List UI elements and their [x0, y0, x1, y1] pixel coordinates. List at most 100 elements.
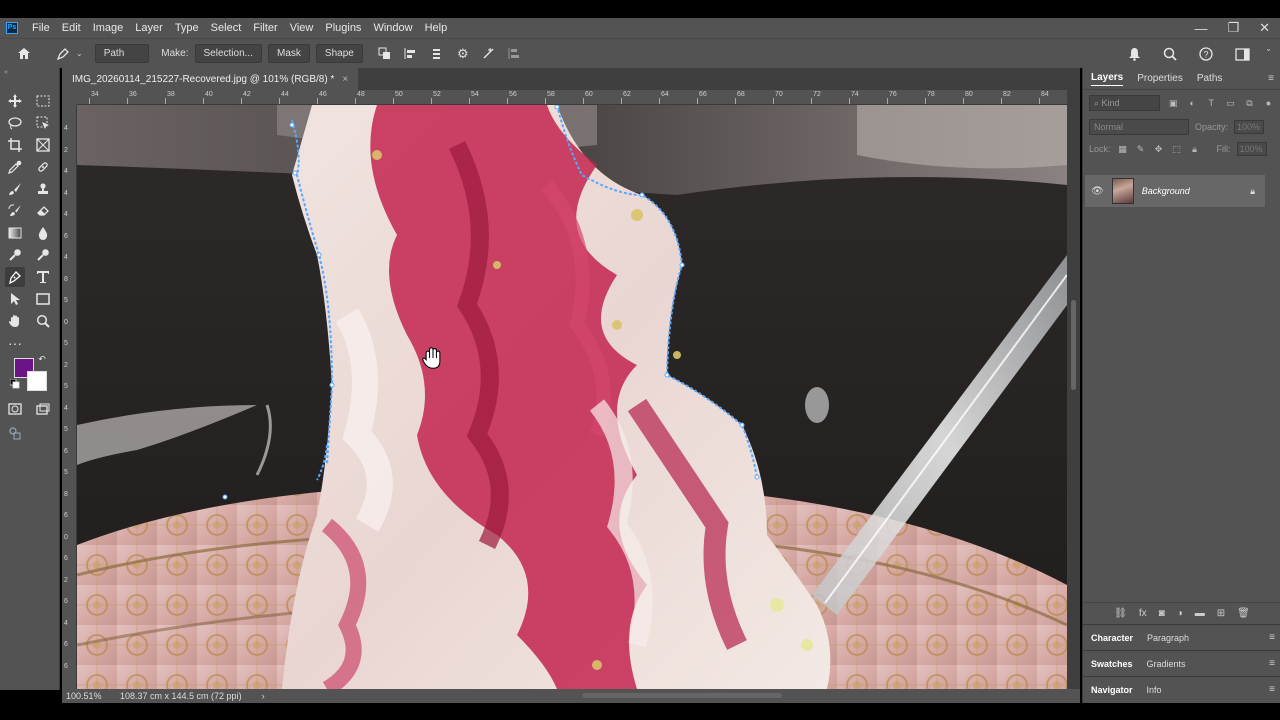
menu-help[interactable]: Help: [419, 18, 454, 38]
layer-lock-icon[interactable]: 🔒︎: [1250, 186, 1255, 197]
close-tab-icon[interactable]: ×: [342, 74, 348, 85]
tab-navigator[interactable]: Navigator: [1091, 685, 1133, 695]
add-mask-icon[interactable]: ◙: [1159, 608, 1165, 619]
lasso-icon[interactable]: [5, 113, 25, 133]
frame-icon[interactable]: [33, 135, 53, 155]
pen-tool-preset-icon[interactable]: [53, 44, 73, 64]
menu-edit[interactable]: Edit: [56, 18, 87, 38]
workspace-icon[interactable]: [1232, 44, 1252, 64]
lock-artboard-icon[interactable]: ⬚: [1171, 144, 1183, 155]
chevron-down-icon[interactable]: ⌄: [76, 49, 83, 58]
gear-icon[interactable]: ⚙: [453, 44, 473, 64]
menu-image[interactable]: Image: [87, 18, 130, 38]
document-canvas[interactable]: [77, 105, 1067, 689]
lock-image-icon[interactable]: ✎: [1135, 144, 1147, 155]
vertical-scroll-thumb[interactable]: [1071, 300, 1076, 390]
character-menu-icon[interactable]: ≡: [1269, 632, 1275, 643]
delete-layer-icon[interactable]: 🗑︎: [1237, 608, 1250, 619]
layer-kind-filter[interactable]: ⌕ Kind: [1089, 95, 1160, 111]
workspace-chevron-icon[interactable]: ⌄: [1265, 44, 1272, 64]
marquee-icon[interactable]: [33, 91, 53, 111]
collapse-toolbar-icon[interactable]: «: [4, 69, 8, 76]
filter-smart-object-icon[interactable]: ⧉: [1244, 98, 1255, 109]
dodge-alt-icon[interactable]: [33, 245, 53, 265]
quick-mask-icon[interactable]: [5, 399, 25, 419]
healing-brush-icon[interactable]: [33, 157, 53, 177]
stamp-icon[interactable]: [33, 179, 53, 199]
pen-icon[interactable]: [5, 267, 25, 287]
path-alignment-icon[interactable]: [401, 44, 421, 64]
make-shape-button[interactable]: Shape: [315, 44, 363, 63]
eye-icon[interactable]: 👁︎: [1091, 186, 1104, 197]
eyedropper-icon[interactable]: [5, 157, 25, 177]
history-brush-icon[interactable]: [5, 201, 25, 221]
align-edges-icon[interactable]: [505, 44, 525, 64]
close-icon[interactable]: ✕: [1259, 20, 1270, 36]
filter-shape-icon[interactable]: ▭: [1225, 98, 1236, 109]
object-select-icon[interactable]: [33, 113, 53, 133]
type-icon[interactable]: [33, 267, 53, 287]
hand-icon[interactable]: [5, 311, 25, 331]
zoom-icon[interactable]: [33, 311, 53, 331]
path-operations-icon[interactable]: [375, 44, 395, 64]
blur-icon[interactable]: [33, 223, 53, 243]
swap-colors-icon[interactable]: ↶: [35, 352, 49, 366]
layer-style-icon[interactable]: fx: [1139, 608, 1147, 619]
search-icon[interactable]: [1160, 44, 1180, 64]
vertical-scrollbar[interactable]: [1067, 90, 1080, 690]
crop-icon[interactable]: [5, 135, 25, 155]
new-group-icon[interactable]: ▬: [1195, 608, 1205, 619]
layer-row[interactable]: 👁︎ Background 🔒︎: [1085, 175, 1265, 207]
path-select-icon[interactable]: [5, 289, 25, 309]
help-icon[interactable]: ?: [1196, 44, 1216, 64]
path-arrangement-icon[interactable]: [427, 44, 447, 64]
more-tools-icon[interactable]: ···: [5, 333, 25, 353]
filter-adjustment-icon[interactable]: ◐: [1187, 98, 1198, 108]
swatches-menu-icon[interactable]: ≡: [1269, 658, 1275, 669]
menu-type[interactable]: Type: [169, 18, 205, 38]
tab-info[interactable]: Info: [1147, 685, 1162, 695]
link-layers-icon[interactable]: ⛓: [1114, 608, 1127, 619]
menu-select[interactable]: Select: [205, 18, 248, 38]
gradient-icon[interactable]: [5, 223, 25, 243]
tool-mode-select[interactable]: Path: [94, 44, 150, 63]
home-icon[interactable]: [14, 44, 34, 64]
lock-position-icon[interactable]: ✥: [1153, 144, 1165, 155]
fill-field[interactable]: 100%: [1236, 142, 1267, 156]
layer-name[interactable]: Background: [1142, 186, 1243, 196]
menu-file[interactable]: File: [26, 18, 56, 38]
edit-toolbar-icon[interactable]: [5, 423, 25, 443]
new-layer-icon[interactable]: ⊞: [1217, 608, 1225, 619]
default-colors-icon[interactable]: [9, 378, 21, 390]
tab-character[interactable]: Character: [1091, 633, 1133, 643]
dodge-icon[interactable]: [5, 245, 25, 265]
eraser-icon[interactable]: [33, 201, 53, 221]
brush-icon[interactable]: [5, 179, 25, 199]
make-mask-button[interactable]: Mask: [268, 44, 310, 63]
tab-gradients[interactable]: Gradients: [1147, 659, 1186, 669]
tab-layers[interactable]: Layers: [1091, 72, 1124, 86]
lock-transparent-icon[interactable]: ▦: [1117, 144, 1129, 155]
adjustment-layer-icon[interactable]: ◑: [1177, 608, 1183, 619]
restore-icon[interactable]: ❐: [1227, 20, 1239, 36]
panel-menu-icon[interactable]: ≡: [1268, 73, 1274, 84]
screen-mode-icon[interactable]: [33, 399, 53, 419]
document-tab[interactable]: IMG_20260114_215227-Recovered.jpg @ 101%…: [62, 68, 359, 90]
filter-pixel-icon[interactable]: ▣: [1168, 98, 1179, 109]
blend-mode-select[interactable]: Normal: [1089, 119, 1189, 135]
filter-toggle-icon[interactable]: ●: [1263, 98, 1274, 108]
menu-filter[interactable]: Filter: [247, 18, 283, 38]
menu-layer[interactable]: Layer: [129, 18, 169, 38]
tab-paths[interactable]: Paths: [1197, 73, 1223, 84]
menu-view[interactable]: View: [284, 18, 320, 38]
zoom-level[interactable]: 100.51%: [66, 691, 114, 701]
bell-icon[interactable]: [1124, 44, 1144, 64]
tab-swatches[interactable]: Swatches: [1091, 659, 1133, 669]
menu-window[interactable]: Window: [367, 18, 418, 38]
auto-add-delete-icon[interactable]: [479, 44, 499, 64]
make-selection-button[interactable]: Selection...: [194, 44, 262, 63]
navigator-menu-icon[interactable]: ≡: [1269, 684, 1275, 695]
move-icon[interactable]: [5, 91, 25, 111]
minimize-icon[interactable]: —: [1194, 21, 1207, 36]
tab-properties[interactable]: Properties: [1137, 73, 1183, 84]
